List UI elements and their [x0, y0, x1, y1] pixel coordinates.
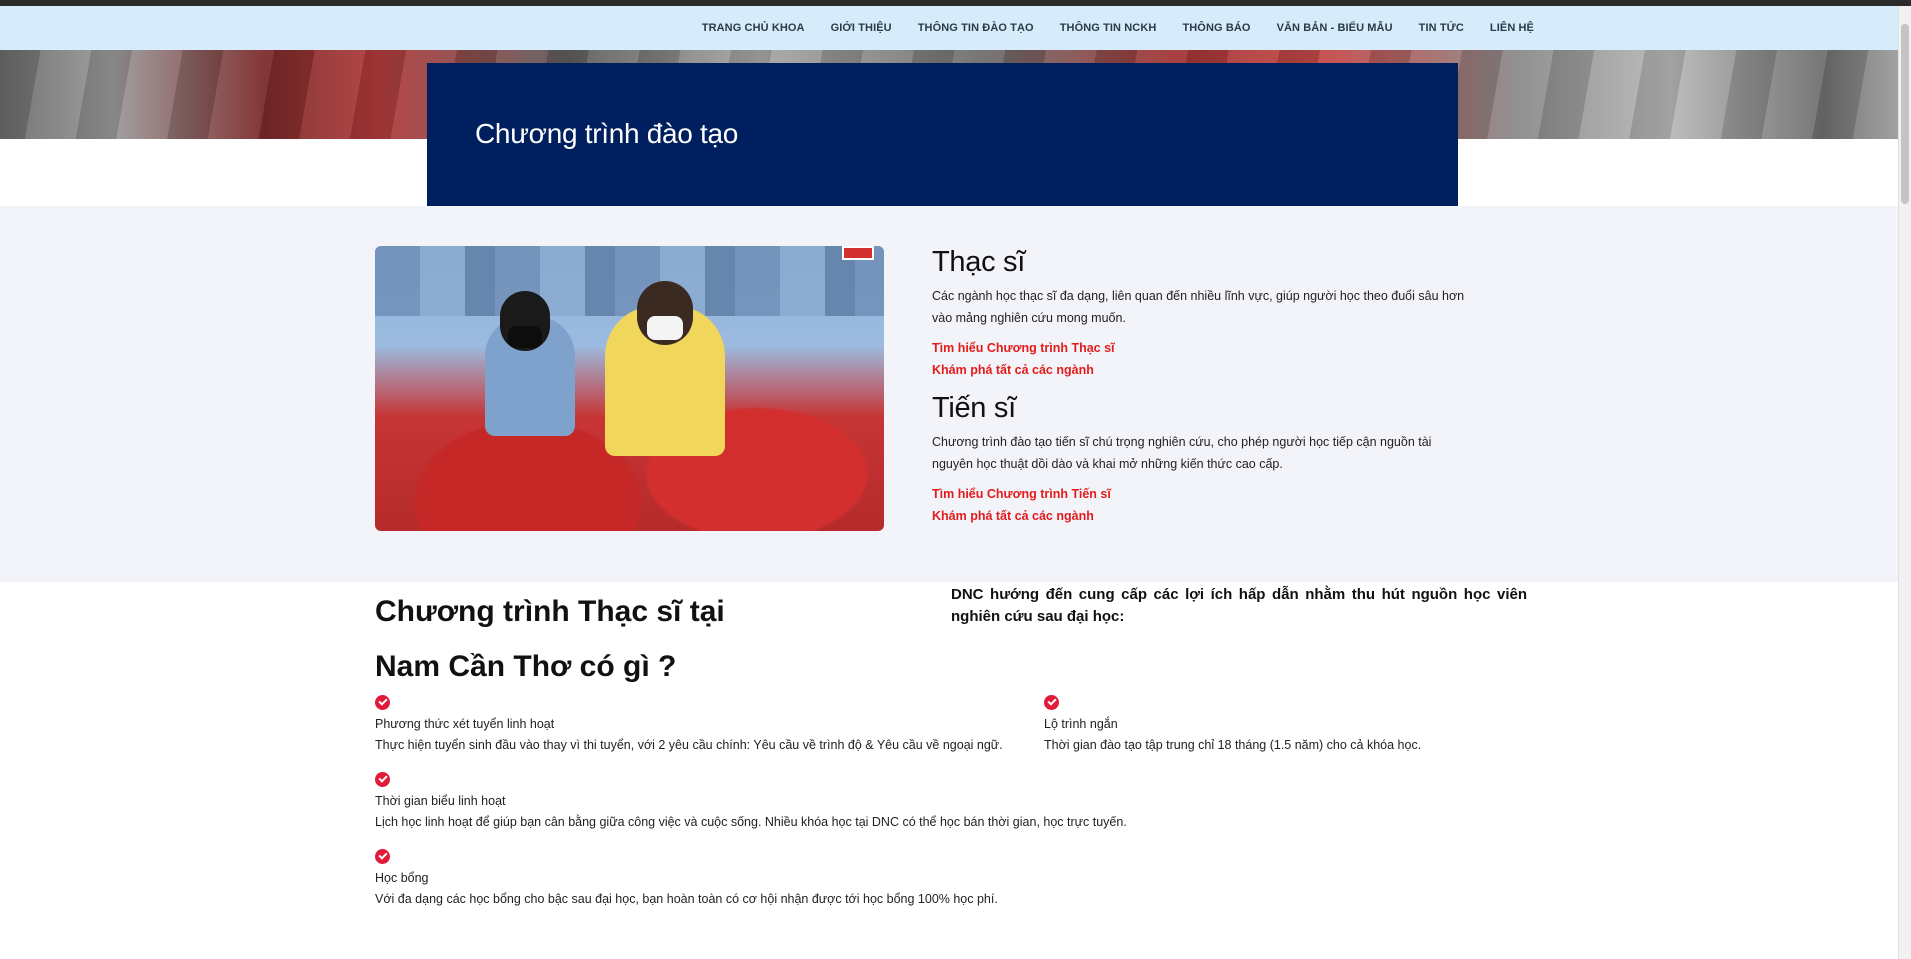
feature-item: Phương thức xét tuyển linh hoạt Thực hiệ…: [375, 695, 1055, 756]
program-description: Các ngành học thạc sĩ đa dạng, liên quan…: [932, 289, 1465, 325]
feature-description: Với đa dạng các học bổng cho bậc sau đại…: [375, 892, 998, 906]
nav-item-documents[interactable]: VĂN BẢN - BIỂU MẪU: [1277, 22, 1393, 34]
feature-title: Phương thức xét tuyển linh hoạt: [375, 717, 555, 731]
nav-item-training[interactable]: THÔNG TIN ĐÀO TẠO: [918, 22, 1034, 34]
page-scrollbar[interactable]: [1898, 6, 1911, 959]
main-navigation: TRANG CHỦ KHOA GIỚI THIỆU THÔNG TIN ĐÀO …: [0, 6, 1898, 50]
section-intro: DNC hướng đến cung cấp các lợi ích hấp d…: [951, 586, 1527, 625]
feature-title: Thời gian biểu linh hoạt: [375, 794, 506, 808]
students-photo: [375, 246, 884, 531]
nav-item-contact[interactable]: LIÊN HỆ: [1490, 22, 1534, 34]
logo-badge-icon: [842, 246, 874, 260]
feature-title: Học bổng: [375, 871, 429, 885]
feature-description: Thực hiện tuyển sinh đầu vào thay vì thi…: [375, 738, 1003, 752]
feature-item: Thời gian biểu linh hoạt Lịch học linh h…: [375, 772, 1475, 833]
program-doctorate: Tiến sĩ Chương trình đào tạo tiến sĩ chú…: [932, 392, 1472, 527]
nav-item-home[interactable]: TRANG CHỦ KHOA: [702, 22, 805, 34]
nav-item-research[interactable]: THÔNG TIN NCKH: [1060, 22, 1157, 34]
check-circle-icon: [375, 849, 390, 864]
scrollbar-thumb[interactable]: [1901, 24, 1909, 204]
check-circle-icon: [1044, 695, 1059, 710]
check-circle-icon: [375, 772, 390, 787]
feature-description: Thời gian đào tạo tập trung chỉ 18 tháng…: [1044, 738, 1422, 752]
learn-masters-link[interactable]: Tìm hiểu Chương trình Thạc sĩ: [932, 337, 1472, 359]
program-title: Thạc sĩ: [932, 246, 1025, 278]
nav-item-news[interactable]: TIN TỨC: [1419, 22, 1464, 34]
feature-item: Lộ trình ngắn Thời gian đào tạo tập trun…: [1044, 695, 1524, 756]
page-title-block: Chương trình đào tạo: [427, 63, 1458, 206]
check-circle-icon: [375, 695, 390, 710]
learn-doctorate-link[interactable]: Tìm hiểu Chương trình Tiến sĩ: [932, 483, 1472, 505]
feature-item: Học bổng Với đa dạng các học bổng cho bậ…: [375, 849, 1475, 910]
section-title: Chương trình Thạc sĩ tại Nam Cần Thơ có …: [375, 595, 725, 683]
program-title: Tiến sĩ: [932, 392, 1016, 424]
page-title: Chương trình đào tạo: [475, 118, 739, 149]
explore-majors-link[interactable]: Khám phá tất cả các ngành: [932, 505, 1472, 527]
explore-majors-link[interactable]: Khám phá tất cả các ngành: [932, 359, 1472, 381]
program-description: Chương trình đào tạo tiến sĩ chú trọng n…: [932, 435, 1432, 471]
feature-title: Lộ trình ngắn: [1044, 717, 1118, 731]
program-masters: Thạc sĩ Các ngành học thạc sĩ đa dạng, l…: [932, 246, 1472, 381]
nav-item-about[interactable]: GIỚI THIỆU: [831, 22, 892, 34]
nav-item-announcements[interactable]: THÔNG BÁO: [1182, 22, 1250, 34]
feature-description: Lịch học linh hoạt để giúp bạn cân bằng …: [375, 815, 1127, 829]
